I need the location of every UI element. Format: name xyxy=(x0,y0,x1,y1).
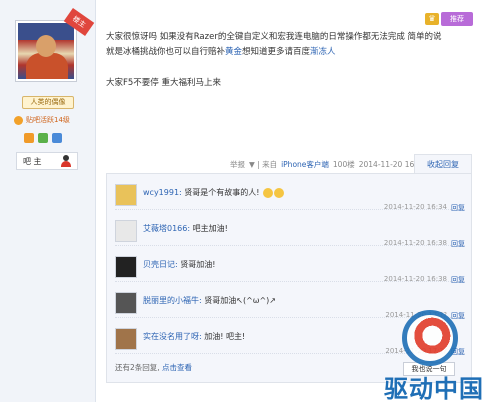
reply-text: 贤哥加油! xyxy=(180,260,216,269)
reply-line: 艾薇塔0166: 吧主加油! xyxy=(143,223,228,234)
reply-button[interactable]: 回复 xyxy=(451,203,465,213)
crown-icon[interactable]: ♛ xyxy=(425,13,439,25)
watermark-text: 驱动中国 xyxy=(384,375,484,402)
avatar-image xyxy=(18,23,74,79)
badge-icon-green[interactable] xyxy=(38,133,48,143)
reply-time: 2014-11-20 16:38 xyxy=(383,239,447,247)
reply-avatar[interactable] xyxy=(115,328,137,350)
person-icon xyxy=(61,155,71,167)
reply-button[interactable]: 回复 xyxy=(451,275,465,285)
reply-avatar[interactable] xyxy=(115,184,137,206)
reply-button[interactable]: 回复 xyxy=(451,311,465,321)
reply-username[interactable]: 脱丽里的小福牛: xyxy=(143,296,202,305)
client-link[interactable]: iPhone客户端 xyxy=(281,159,329,170)
post-paragraph-2: 大家F5不要停 重大福利马上来 xyxy=(106,78,222,88)
level-row: 贴吧活跃14级 xyxy=(14,115,70,125)
report-link[interactable]: 举报 xyxy=(230,159,245,170)
reply-time: 2014-11-20 16:34 xyxy=(383,203,447,211)
reply-username[interactable]: 艾薇塔0166: xyxy=(143,224,190,233)
reply-item: 脱丽里的小福牛: 贤哥加油↖(^ω^)↗ 2014-11-20 17:?? 回复 xyxy=(115,288,465,321)
reply-time: 2014-11-20 16:38 xyxy=(383,275,447,283)
reply-text: 吧主加油! xyxy=(192,224,228,233)
bar-owner-button[interactable]: 吧 主 xyxy=(16,152,78,170)
link-als[interactable]: 渐冻人 xyxy=(310,47,336,57)
reply-username[interactable]: 贝壳日记: xyxy=(143,260,178,269)
reply-line: 实在没名用了呀: 加油! 吧主! xyxy=(143,331,245,342)
reply-avatar[interactable] xyxy=(115,220,137,242)
recommend-button[interactable]: 推荐 xyxy=(441,12,473,26)
reply-line: 脱丽里的小福牛: 贤哥加油↖(^ω^)↗ xyxy=(143,295,276,306)
reply-line: wcy1991: 贤哥是个有故事的人! xyxy=(143,187,285,198)
level-icon xyxy=(14,115,23,125)
level-text[interactable]: 贴吧活跃14级 xyxy=(26,115,70,125)
link-gold[interactable]: 黄金 xyxy=(225,47,242,57)
more-count-text: 还有2条回复, xyxy=(115,363,160,372)
post-content: 大家很惊讶吗 如果没有Razer的全键自定义和宏我连电脑的日常操作都无法完成 简… xyxy=(106,30,446,107)
smile-emoji-icon xyxy=(274,187,285,198)
post-paragraph-1: 大家很惊讶吗 如果没有Razer的全键自定义和宏我连电脑的日常操作都无法完成 简… xyxy=(106,30,446,60)
post-text-mid: 想知道更多请百度 xyxy=(242,47,311,57)
user-title-badge: 人类的偶像 xyxy=(22,96,74,109)
badge-icon-blue[interactable] xyxy=(52,133,62,143)
user-sidebar: 楼主 人类的偶像 贴吧活跃14级 吧 主 xyxy=(0,0,96,402)
floor-number: 100楼 xyxy=(332,160,355,169)
reply-username[interactable]: 实在没名用了呀: xyxy=(143,332,202,341)
reply-line: 贝壳日记: 贤哥加油! xyxy=(143,259,215,270)
reply-item: 贝壳日记: 贤哥加油! 2014-11-20 16:38 回复 xyxy=(115,252,465,285)
collapse-reply-button[interactable]: 收起回复 xyxy=(414,154,472,174)
reply-avatar[interactable] xyxy=(115,292,137,314)
reply-text: 贤哥加油↖(^ω^)↗ xyxy=(204,296,277,305)
user-icon-row xyxy=(24,133,62,143)
reply-item: 艾薇塔0166: 吧主加油! 2014-11-20 16:38 回复 xyxy=(115,216,465,249)
post-meta: 举报 ▼ | 来自 iPhone客户端 100楼 2014-11-20 16:2… xyxy=(230,159,426,170)
reply-avatar[interactable] xyxy=(115,256,137,278)
reply-username[interactable]: wcy1991: xyxy=(143,188,182,197)
view-more-link[interactable]: 点击查看 xyxy=(162,363,192,372)
smile-emoji-icon xyxy=(263,187,274,198)
watermark-logo-icon xyxy=(402,310,458,366)
reply-item: wcy1991: 贤哥是个有故事的人! 2014-11-20 16:34 回复 xyxy=(115,180,465,213)
replies-footer: 还有2条回复, 点击查看 xyxy=(115,362,192,373)
user-avatar[interactable] xyxy=(15,20,77,82)
avatar-head xyxy=(36,35,56,57)
reply-text: 加油! 吧主! xyxy=(204,332,246,341)
meta-separator: ▼ | 来自 xyxy=(249,160,278,169)
reply-text: 贤哥是个有故事的人! xyxy=(184,188,260,197)
bar-owner-label: 吧 主 xyxy=(23,156,42,166)
badge-icon-orange[interactable] xyxy=(24,133,34,143)
reply-button[interactable]: 回复 xyxy=(451,239,465,249)
